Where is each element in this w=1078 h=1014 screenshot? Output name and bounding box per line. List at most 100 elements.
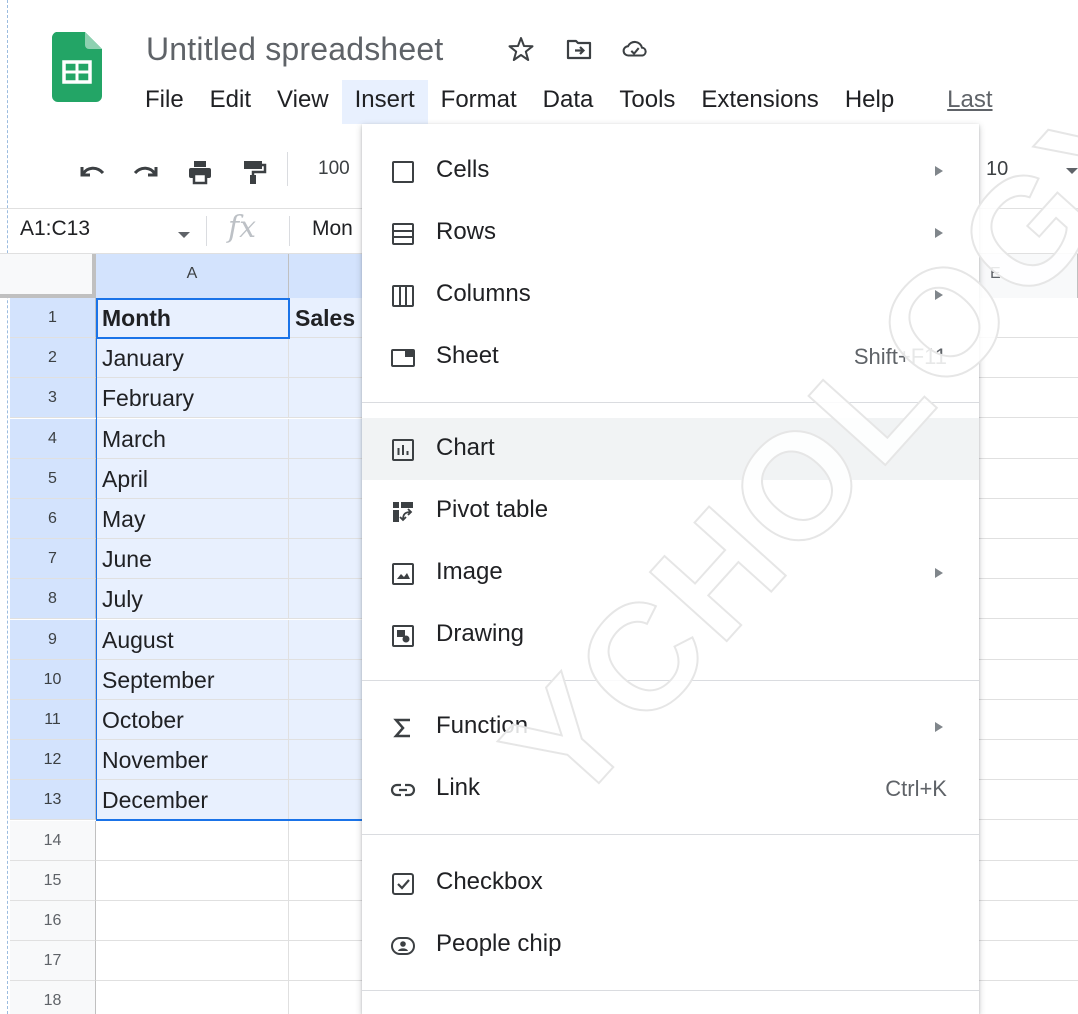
row-header[interactable]: 18 <box>10 981 96 1014</box>
cell-b[interactable] <box>289 901 364 941</box>
print-icon[interactable] <box>186 158 214 186</box>
cell-e[interactable] <box>978 941 1078 981</box>
menu-item-cells[interactable]: Cells <box>362 140 979 202</box>
cell-e[interactable] <box>978 499 1078 539</box>
columns-icon <box>392 285 414 307</box>
menu-item-label: Chart <box>436 434 495 461</box>
menu-item-drawing[interactable]: Drawing <box>362 604 979 666</box>
row-header[interactable]: 9 <box>10 620 96 660</box>
name-box[interactable]: A1:C13 <box>20 217 90 241</box>
menu-data[interactable]: Data <box>530 80 607 124</box>
cell-e[interactable] <box>978 298 1078 338</box>
star-icon[interactable] <box>508 36 534 62</box>
cell-e[interactable] <box>978 981 1078 1014</box>
document-title[interactable]: Untitled spreadsheet <box>146 31 444 68</box>
menu-item-checkbox[interactable]: Checkbox <box>362 852 979 914</box>
chevron-down-icon[interactable] <box>1066 168 1078 174</box>
menu-item-label: Function <box>436 712 529 739</box>
cell-e[interactable] <box>978 378 1078 418</box>
menu-item-label: Image <box>436 558 503 585</box>
cell-e[interactable] <box>978 338 1078 378</box>
row-header[interactable]: 2 <box>10 338 96 378</box>
cell-e[interactable] <box>978 620 1078 660</box>
menu-item-link[interactable]: Link Ctrl+K <box>362 758 979 820</box>
menu-file[interactable]: File <box>132 80 197 124</box>
cell-a[interactable] <box>96 981 289 1014</box>
formula-input[interactable]: Mon <box>312 217 353 241</box>
menu-edit[interactable]: Edit <box>197 80 264 124</box>
row-header[interactable]: 16 <box>10 901 96 941</box>
cell-e[interactable] <box>978 861 1078 901</box>
column-header-a[interactable]: A <box>96 254 289 298</box>
menu-item-people-chip[interactable]: People chip <box>362 914 979 976</box>
cell-a[interactable] <box>96 941 289 981</box>
cell-b[interactable] <box>289 821 364 861</box>
row-header[interactable]: 8 <box>10 579 96 619</box>
menu-tools[interactable]: Tools <box>606 80 688 124</box>
cell-b[interactable] <box>289 861 364 901</box>
cell-e[interactable] <box>978 579 1078 619</box>
column-header-e[interactable]: E <box>978 254 1078 298</box>
row-header[interactable]: 12 <box>10 740 96 780</box>
cell-a[interactable] <box>96 861 289 901</box>
undo-icon[interactable] <box>78 158 106 186</box>
menu-item-columns[interactable]: Columns <box>362 264 979 326</box>
menu-item-function[interactable]: Function <box>362 696 979 758</box>
redo-icon[interactable] <box>132 158 160 186</box>
cell-a[interactable] <box>96 821 289 861</box>
row-header[interactable]: 14 <box>10 821 96 861</box>
submenu-arrow-icon <box>935 166 943 176</box>
submenu-arrow-icon <box>935 228 943 238</box>
row-header[interactable]: 11 <box>10 700 96 740</box>
cell-b[interactable] <box>289 941 364 981</box>
select-all-corner[interactable] <box>0 254 96 298</box>
selection-outline <box>96 298 364 821</box>
row-header[interactable]: 1 <box>10 298 96 338</box>
cloud-status-icon[interactable] <box>622 36 648 62</box>
row-header[interactable]: 13 <box>10 780 96 820</box>
menu-view[interactable]: View <box>264 80 342 124</box>
menu-item-pivot-table[interactable]: Pivot table <box>362 480 979 542</box>
menu-format[interactable]: Format <box>428 80 530 124</box>
row-header[interactable]: 10 <box>10 660 96 700</box>
menu-item-sheet[interactable]: Sheet Shift+F11 <box>362 326 979 388</box>
row-header[interactable]: 6 <box>10 499 96 539</box>
chevron-down-icon[interactable] <box>178 232 190 238</box>
cell-e[interactable] <box>978 539 1078 579</box>
row-header[interactable]: 15 <box>10 861 96 901</box>
menu-extensions[interactable]: Extensions <box>688 80 831 124</box>
menu-divider <box>362 680 979 681</box>
cell-e[interactable] <box>978 459 1078 499</box>
sheets-logo-icon[interactable] <box>52 32 102 102</box>
cell-a[interactable] <box>96 901 289 941</box>
menu-item-chart[interactable]: Chart <box>362 418 979 480</box>
cell-e[interactable] <box>978 660 1078 700</box>
menu-help[interactable]: Help <box>832 80 907 124</box>
cell-e[interactable] <box>978 780 1078 820</box>
people-chip-icon <box>391 937 415 955</box>
menu-item-image[interactable]: Image <box>362 542 979 604</box>
link-icon <box>390 783 416 797</box>
cell-e[interactable] <box>978 740 1078 780</box>
cell-e[interactable] <box>978 419 1078 459</box>
cell-e[interactable] <box>978 821 1078 861</box>
row-header[interactable]: 5 <box>10 459 96 499</box>
menu-insert[interactable]: Insert <box>341 80 428 124</box>
paint-format-icon[interactable] <box>240 158 268 186</box>
move-folder-icon[interactable] <box>566 36 592 62</box>
row-header[interactable]: 7 <box>10 539 96 579</box>
font-size-input[interactable]: 10 <box>986 158 1008 181</box>
insert-menu-dropdown: Cells Rows Columns Sheet Shift+F11 Chart… <box>362 124 979 1014</box>
cell-b[interactable] <box>289 981 364 1014</box>
last-edit-link[interactable]: Last <box>907 80 1005 124</box>
zoom-select[interactable]: 100 <box>318 158 350 180</box>
row-header[interactable]: 17 <box>10 941 96 981</box>
row-header[interactable]: 4 <box>10 419 96 459</box>
cell-e[interactable] <box>978 901 1078 941</box>
menu-item-label: Columns <box>436 280 531 307</box>
menu-item-rows[interactable]: Rows <box>362 202 979 264</box>
column-header-b[interactable] <box>289 254 364 298</box>
menu-divider <box>362 402 979 403</box>
cell-e[interactable] <box>978 700 1078 740</box>
row-header[interactable]: 3 <box>10 378 96 418</box>
